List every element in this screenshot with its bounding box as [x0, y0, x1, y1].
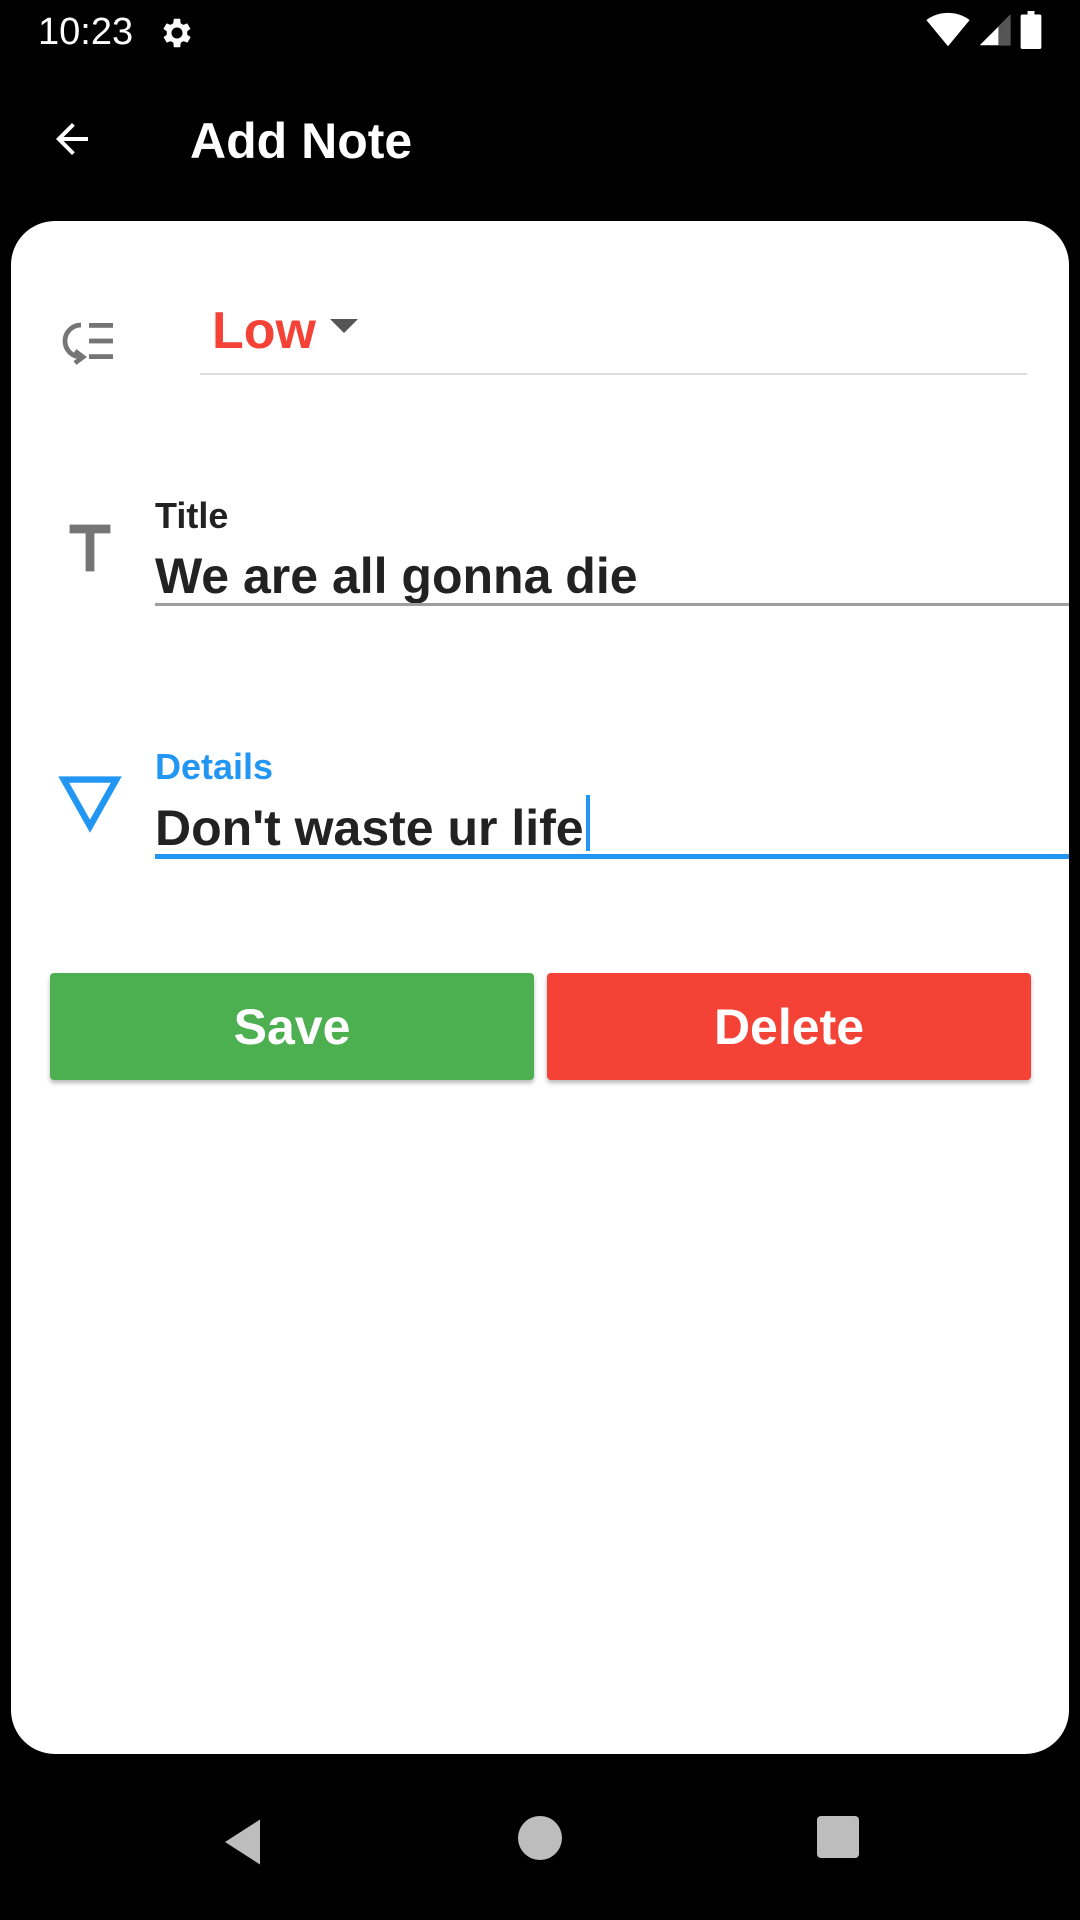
- system-nav-bar: [0, 1780, 1080, 1920]
- details-underline: [155, 854, 1069, 859]
- screen: 10:23 Add Note Low Title We are all gonn…: [0, 0, 1080, 1920]
- nav-home-icon[interactable]: [518, 1816, 562, 1860]
- page-title: Add Note: [190, 113, 413, 169]
- triangle-down-icon: [55, 765, 125, 835]
- battery-icon: [1020, 10, 1042, 54]
- text-cursor: [585, 795, 590, 851]
- title-label: Title: [155, 495, 229, 536]
- nav-back-icon[interactable]: [215, 1812, 275, 1872]
- details-label: Details: [155, 746, 274, 787]
- details-input-wrap[interactable]: Don't waste ur life: [155, 795, 590, 860]
- details-field[interactable]: Details Don't waste ur life: [155, 745, 1069, 859]
- priority-dropdown[interactable]: Low: [200, 291, 1027, 375]
- priority-value: Low: [212, 302, 316, 360]
- gear-icon: [158, 14, 196, 52]
- chevron-down-icon: [330, 319, 358, 333]
- wifi-icon: [926, 12, 970, 53]
- arrow-back-icon: [48, 115, 96, 168]
- title-input[interactable]: We are all gonna die: [155, 544, 638, 608]
- priority-list-icon: [55, 309, 119, 373]
- app-bar: Add Note: [0, 63, 1080, 210]
- note-form-card: Low Title We are all gonna die Details D…: [11, 221, 1069, 1754]
- status-time: 10:23: [38, 11, 134, 53]
- nav-recents-icon[interactable]: [817, 1816, 859, 1858]
- delete-button[interactable]: Delete: [547, 973, 1031, 1080]
- status-bar: 10:23: [0, 0, 1080, 63]
- save-button[interactable]: Save: [50, 973, 534, 1080]
- back-button[interactable]: [36, 105, 108, 177]
- text-t-icon: [55, 513, 125, 583]
- title-field[interactable]: Title We are all gonna die: [155, 494, 1069, 606]
- title-underline: [155, 603, 1069, 606]
- details-input[interactable]: Don't waste ur life: [155, 800, 584, 856]
- status-icons: [926, 10, 1042, 54]
- signal-icon: [978, 12, 1012, 53]
